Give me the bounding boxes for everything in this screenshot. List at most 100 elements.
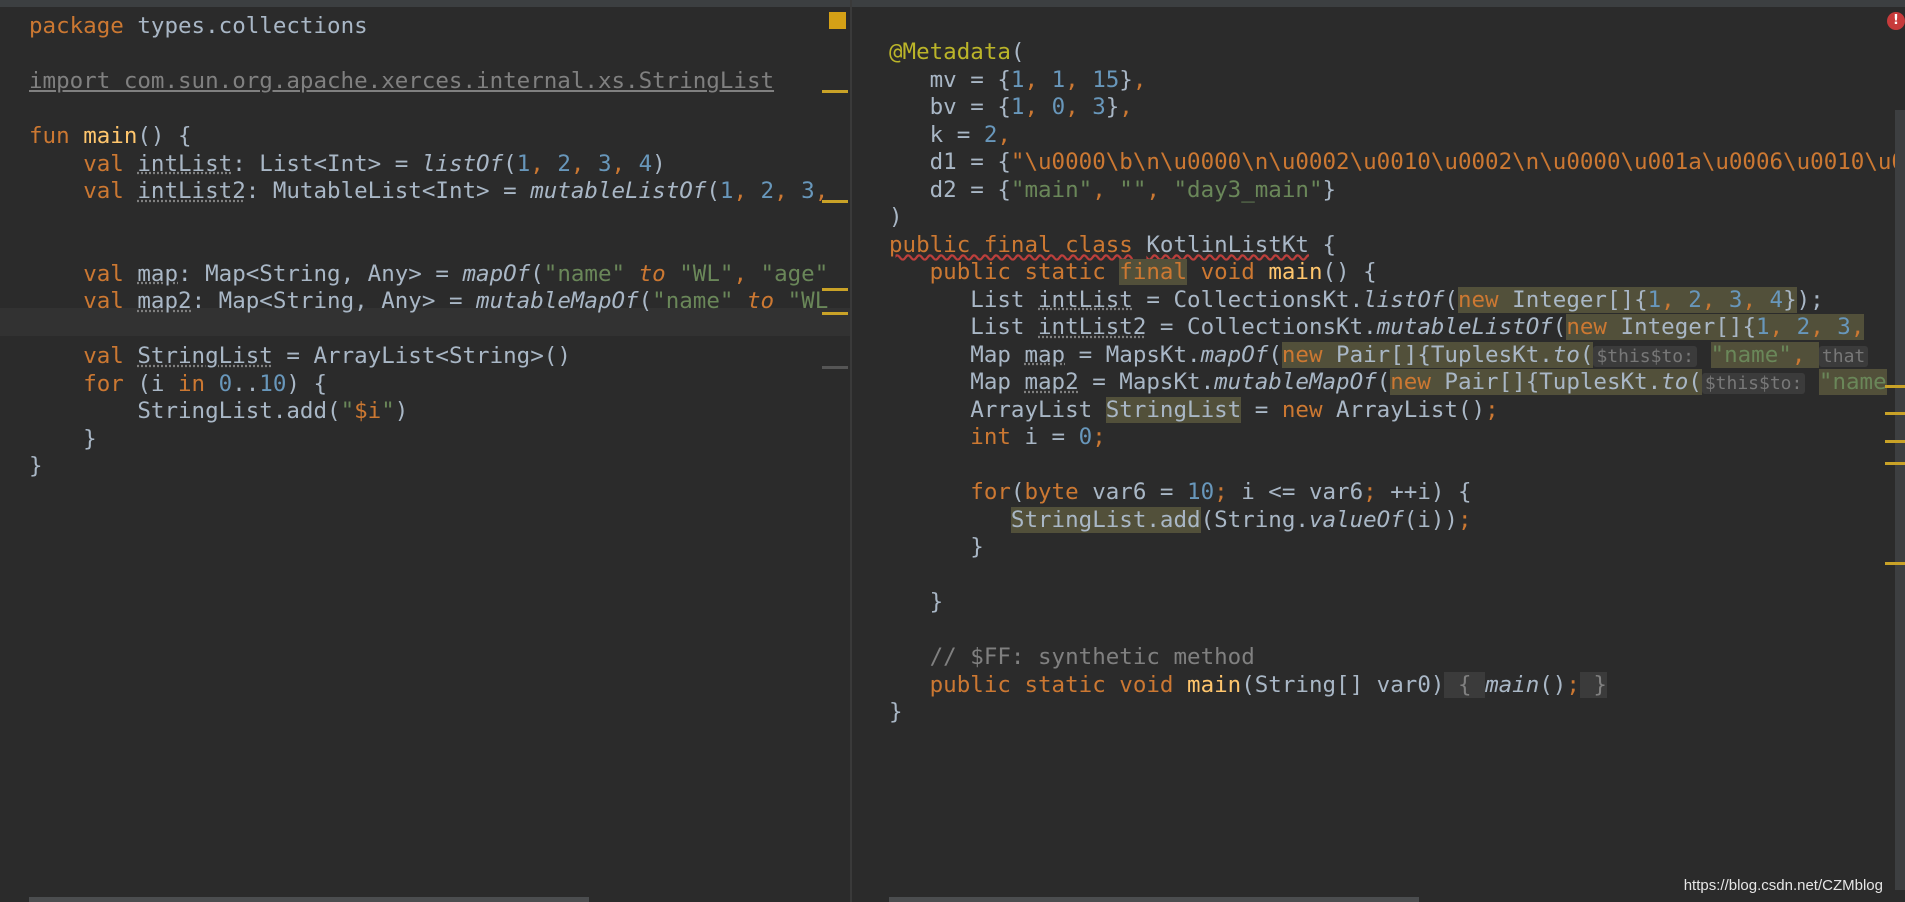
warning-stripe[interactable] [1885, 385, 1905, 388]
code-token: main [1268, 259, 1323, 285]
code-token: () { [1322, 259, 1377, 285]
code-line: StringList.add(String.valueOf(i)); [889, 506, 1905, 535]
code-token: () [1539, 671, 1567, 698]
code-token: .. [232, 370, 260, 397]
code-token: val [83, 150, 124, 177]
left-horizontal-scrollbar[interactable] [29, 897, 589, 902]
code-token: public static [929, 259, 1106, 285]
code-token: ( [1579, 341, 1594, 368]
code-token: 1 [1647, 286, 1662, 313]
code-line: public static final void main() { [889, 259, 1905, 287]
code-token: public static [929, 671, 1106, 698]
warning-stripe[interactable] [822, 90, 848, 93]
code-token: , [774, 178, 802, 204]
code-token: = CollectionsKt. [1132, 286, 1364, 313]
code-token: "name" [543, 260, 626, 287]
code-token: } [889, 534, 984, 560]
caret-stripe[interactable] [822, 366, 848, 369]
code-line: } [889, 699, 1905, 727]
code-token: 10 [1187, 479, 1215, 505]
right-horizontal-scrollbar[interactable] [889, 897, 1419, 902]
code-token: map [137, 260, 179, 287]
code-token: } [1579, 671, 1607, 698]
code-token: , [1065, 66, 1093, 93]
code-token: package [29, 13, 124, 39]
code-token: () { [137, 123, 192, 149]
code-token: , [1024, 94, 1052, 120]
code-token: , [1701, 286, 1729, 313]
code-token: : List<Int> = [232, 150, 422, 177]
right-vertical-scrollbar[interactable] [1895, 110, 1905, 890]
code-line: val StringList = ArrayList<String>() [29, 343, 828, 371]
code-token: void [1200, 259, 1255, 285]
code-token: , [1769, 314, 1797, 340]
code-line: List intList = CollectionsKt.listOf(new … [889, 286, 1905, 315]
code-line: public static void main(String[] var0) {… [889, 671, 1905, 700]
code-token: to [746, 288, 775, 314]
code-token: 0 [1051, 94, 1066, 120]
code-token: 0 [1078, 424, 1093, 450]
warning-stripe[interactable] [1885, 440, 1905, 443]
code-token: ; [1092, 424, 1106, 450]
warning-stripe[interactable] [1885, 462, 1905, 465]
code-token: ) [394, 398, 409, 424]
code-token: types.collections [123, 13, 368, 39]
code-token: 0 [218, 370, 233, 397]
warning-indicator-icon[interactable] [829, 12, 846, 29]
code-token: new [1281, 341, 1323, 368]
code-token: ( [638, 288, 653, 314]
code-line: import com.sun.org.apache.xerces.interna… [29, 68, 828, 96]
error-indicator-icon[interactable]: ! [1887, 12, 1905, 30]
code-token: 3 [1837, 314, 1851, 340]
kotlin-source-editor[interactable]: package types.collections import com.sun.… [0, 7, 850, 902]
code-token: 2 [760, 178, 775, 204]
warning-stripe[interactable] [822, 288, 848, 291]
decompiled-java-editor[interactable]: @Metadata( mv = {1, 1, 15}, bv = {1, 0, … [852, 7, 1905, 902]
code-token: "WL" [679, 260, 734, 287]
warning-stripe[interactable] [1885, 562, 1905, 565]
code-token: var6 = [1078, 479, 1188, 505]
code-token: = ArrayList<String>() [272, 343, 571, 369]
code-token: StringList.add [1010, 506, 1201, 533]
code-token: ArrayList() [1322, 396, 1486, 423]
code-token: Integer[]{ [1606, 314, 1756, 340]
code-token: int [970, 424, 1011, 450]
code-token: { [1308, 231, 1337, 258]
code-token: } [29, 453, 43, 479]
code-line: @Metadata( [889, 39, 1905, 67]
warning-stripe[interactable] [822, 312, 848, 315]
code-token: 3 [597, 150, 612, 177]
code-token: valueOf [1308, 506, 1404, 533]
code-token: map2 [1024, 369, 1079, 395]
code-line: mv = {1, 1, 15}, [889, 67, 1905, 95]
code-token: ; [1457, 506, 1472, 533]
code-token: 1 [1756, 314, 1770, 340]
code-token: (i [123, 370, 179, 397]
warning-stripe[interactable] [1885, 412, 1905, 415]
code-token: "age" [760, 260, 829, 287]
warning-stripe[interactable] [822, 200, 848, 203]
code-token: $this$to: [1593, 345, 1697, 367]
code-line: for (i in 0..10) { [29, 371, 828, 399]
code-token: public final class [889, 231, 1133, 258]
code-token: mutableListOf [1376, 314, 1553, 340]
code-token: val [83, 260, 124, 287]
code-line: public final class KotlinListKt { [889, 232, 1905, 260]
code-line: Map map = MapsKt.mapOf(new Pair[]{Tuples… [889, 341, 1905, 370]
code-token: ; [1566, 671, 1580, 698]
kotlin-code: package types.collections import com.sun.… [29, 13, 828, 481]
code-token: mutableMapOf [476, 288, 639, 314]
code-line: d1 = {"\u0000\b\n\u0000\n\u0002\u0010\u0… [889, 149, 1905, 177]
code-token: : MutableList<Int> = [245, 178, 531, 204]
code-token: listOf [1363, 286, 1445, 313]
window-top-strip [0, 0, 1905, 7]
